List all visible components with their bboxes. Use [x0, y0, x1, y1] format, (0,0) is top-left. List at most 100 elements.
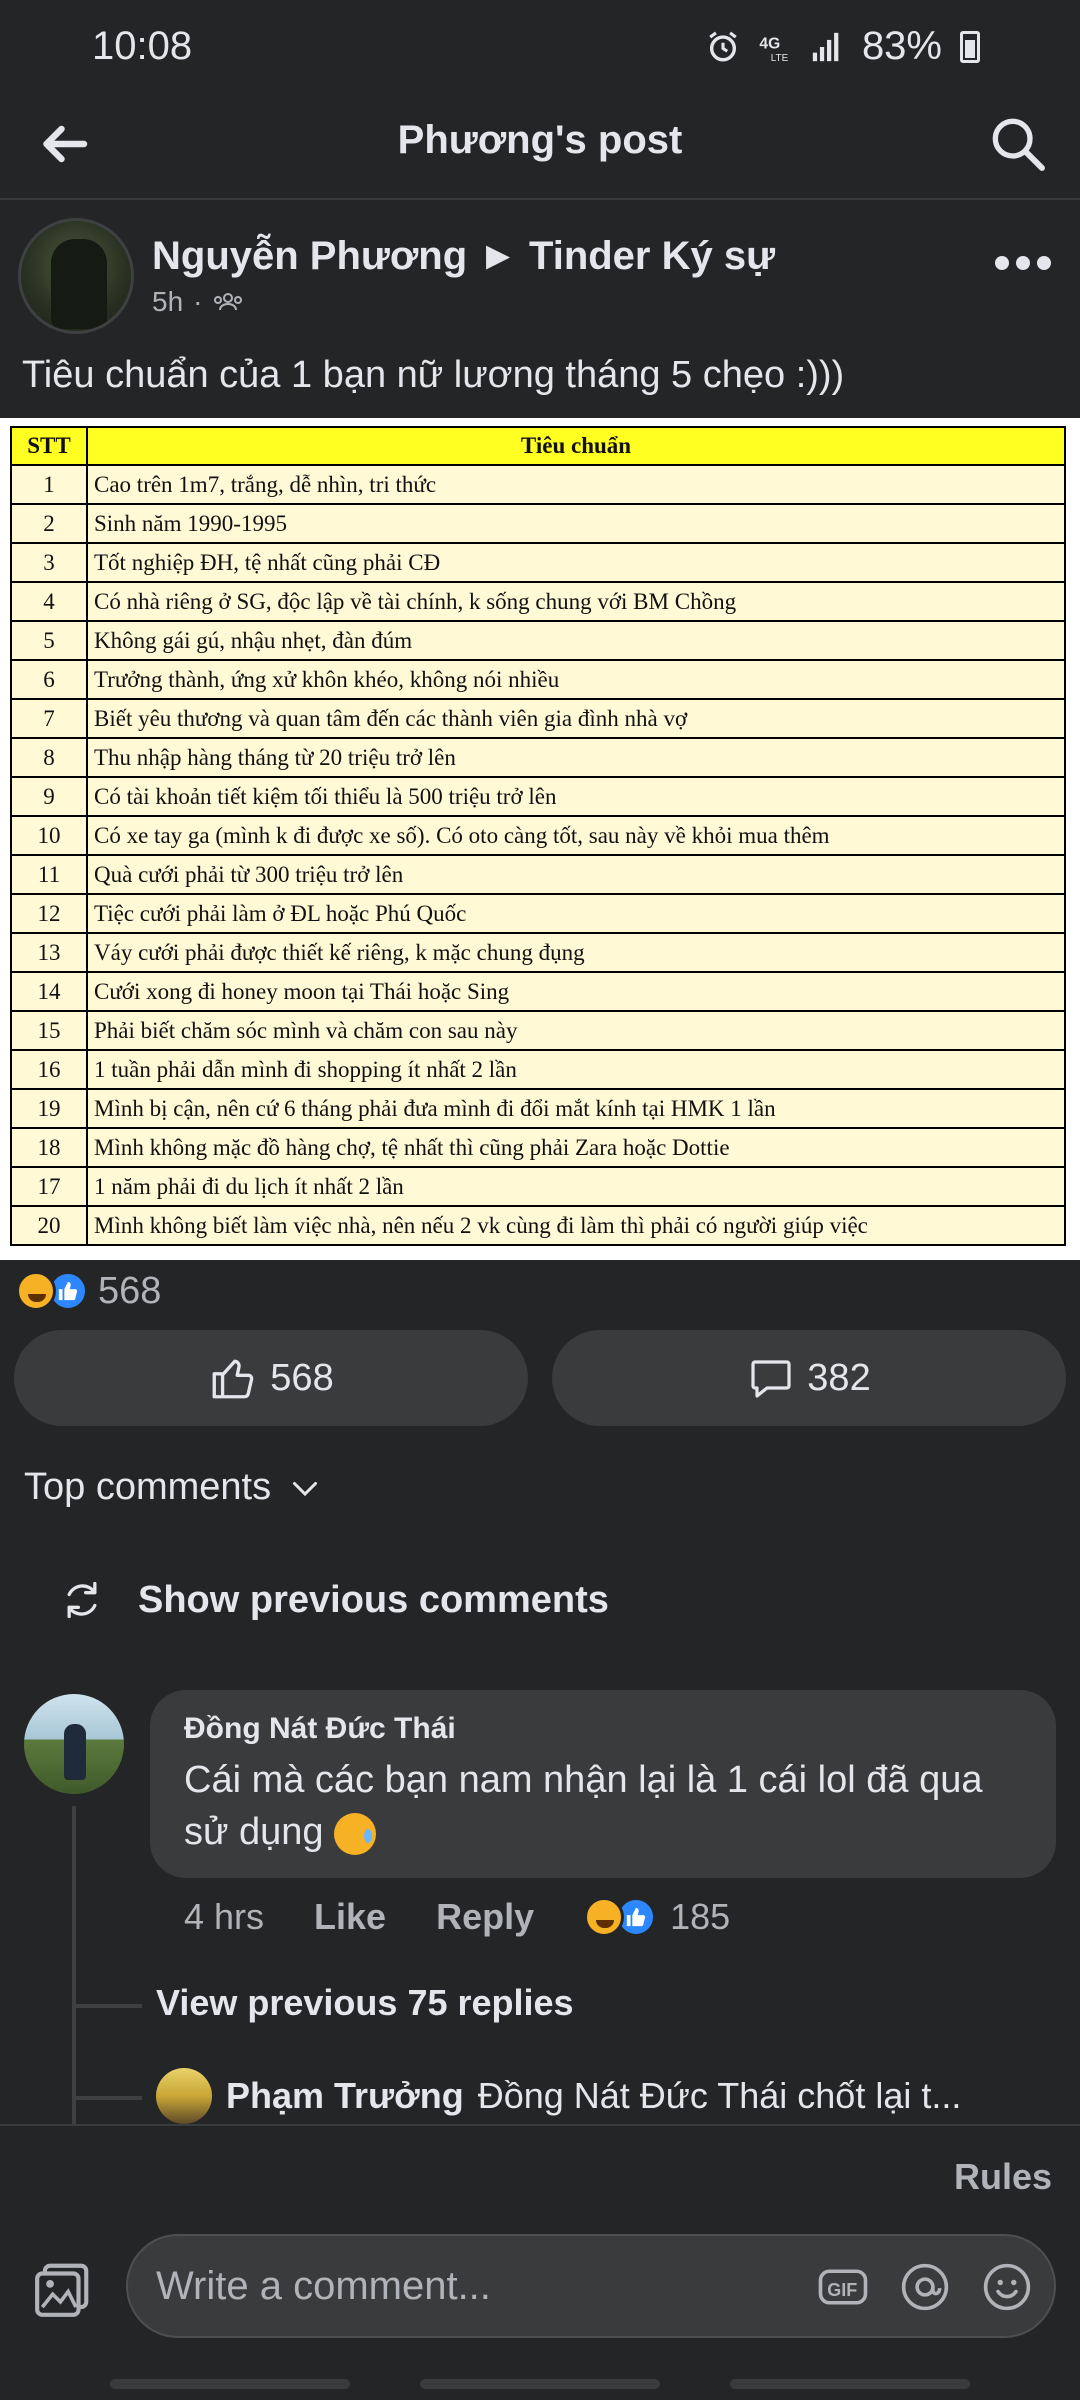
table-header-criteria: Tiêu chuẩn [86, 426, 1066, 466]
table-row: 12 Tiệc cưới phải làm ở ĐL hoặc Phú Quốc [10, 893, 1066, 934]
search-icon[interactable] [986, 112, 1050, 176]
row-number: 16 [10, 1049, 88, 1090]
thumbs-up-icon [212, 1359, 254, 1399]
table-row: 7 Biết yêu thương và quan tâm đến các thà… [10, 698, 1066, 739]
comment-input[interactable]: Write a comment... GIF [126, 2234, 1056, 2338]
comment-filter-label: Top comments [24, 1466, 272, 1508]
rules-link[interactable]: Rules [954, 2156, 1052, 2198]
reply-text: Đồng Nát Đức Thái chốt lại t... [477, 2075, 962, 2116]
table-row: 14 Cưới xong đi honey moon tại Thái hoặc … [10, 971, 1066, 1012]
table-row: 15 Phải biết chăm sóc mình và chăm con sa… [10, 1010, 1066, 1051]
more-options-icon[interactable] [988, 238, 1058, 288]
nav-back[interactable] [730, 2379, 970, 2389]
gif-icon[interactable]: GIF [816, 2260, 870, 2314]
comment-filter-dropdown[interactable]: Top comments [24, 1466, 323, 1509]
comment-reply-button[interactable]: Reply [436, 1896, 534, 1938]
emoji-icon[interactable] [980, 2260, 1034, 2314]
comment-button[interactable]: 382 [552, 1330, 1066, 1426]
row-criterion: Mình không mặc đồ hàng chợ, tệ nhất thì … [86, 1127, 1066, 1168]
author-avatar[interactable] [18, 218, 134, 334]
table-row: 17 1 năm phải đi du lịch ít nhất 2 lần [10, 1166, 1066, 1207]
table-body: 1 Cao trên 1m7, trắng, dễ nhìn, tri thức 2… [10, 464, 1066, 1246]
post-author[interactable]: Nguyễn Phương ► Tinder Ký sự [152, 234, 775, 279]
row-number: 8 [10, 737, 88, 778]
comment-text-body: Cái mà các bạn nam nhận lại là 1 cái lol… [184, 1759, 983, 1853]
reply-avatar[interactable] [156, 2068, 212, 2124]
table-row: 18 Mình không mặc đồ hàng chợ, tệ nhất th… [10, 1127, 1066, 1168]
comment-text: Cái mà các bạn nam nhận lại là 1 cái lol… [184, 1754, 1022, 1858]
comment-actions: 4 hrs Like Reply 185 [184, 1896, 730, 1938]
reaction-count: 568 [98, 1269, 162, 1312]
nav-home[interactable] [420, 2379, 660, 2389]
table-row: 13 Váy cưới phải được thiết kế riêng, k m… [10, 932, 1066, 973]
post-time[interactable]: 5h [152, 286, 183, 318]
row-number: 10 [10, 815, 88, 856]
table-row: 8 Thu nhập hàng tháng từ 20 triệu trở lên [10, 737, 1066, 778]
haha-emoji-icon [16, 1271, 56, 1311]
row-number: 7 [10, 698, 88, 739]
reaction-summary[interactable]: 568 [16, 1266, 161, 1316]
comment-bubble[interactable]: Đồng Nát Đức Thái Cái mà các bạn nam nhậ… [150, 1690, 1056, 1878]
mention-icon[interactable] [898, 2260, 952, 2314]
system-navigation-bar [0, 2368, 1080, 2400]
comment-composer: Rules Write a comment... GIF [0, 2124, 1080, 2400]
like-button[interactable]: 568 [14, 1330, 528, 1426]
table-row: 19 Mình bị cận, nên cứ 6 tháng phải đưa m… [10, 1088, 1066, 1129]
row-criterion: Thu nhập hàng tháng từ 20 triệu trở lên [86, 737, 1066, 778]
row-number: 17 [10, 1166, 88, 1207]
show-previous-label: Show previous comments [138, 1578, 609, 1621]
signal-icon [812, 32, 839, 61]
app-header: Phương's post [0, 100, 1080, 200]
row-number: 15 [10, 1010, 88, 1051]
thread-line [72, 1806, 76, 2126]
comment-reactions[interactable]: 185 [584, 1896, 730, 1938]
network-4g-icon: 4GLTE [759, 35, 789, 64]
reply-preview[interactable]: Phạm Trưởng Đồng Nát Đức Thái chốt lại t… [156, 2066, 1056, 2126]
haha-emoji-icon [584, 1897, 625, 1937]
row-criterion: Cao trên 1m7, trắng, dễ nhìn, tri thức [86, 464, 1066, 505]
commenter-avatar[interactable] [24, 1694, 124, 1794]
page-title: Phương's post [397, 118, 683, 162]
commenter-name[interactable]: Đồng Nát Đức Thái [184, 1712, 1022, 1746]
row-criterion: Phải biết chăm sóc mình và chăm con sau … [86, 1010, 1066, 1051]
gif-label: GIF [827, 2280, 857, 2300]
smiling-tear-emoji-icon [334, 1812, 377, 1855]
post-image[interactable]: STT Tiêu chuẩn 1 Cao trên 1m7, trắng, dễ … [0, 418, 1080, 1260]
comment-like-button[interactable]: Like [314, 1896, 386, 1938]
row-criterion: Tiệc cưới phải làm ở ĐL hoặc Phú Quốc [86, 893, 1066, 934]
row-number: 19 [10, 1088, 88, 1129]
thread-connector [72, 2096, 142, 2100]
row-number: 14 [10, 971, 88, 1012]
like-count: 568 [270, 1356, 334, 1399]
row-criterion: Biết yêu thương và quan tâm đến các thàn… [86, 698, 1066, 739]
reply-author-name[interactable]: Phạm Trưởng [226, 2075, 464, 2117]
chevron-down-icon [293, 1481, 318, 1496]
view-previous-replies-button[interactable]: View previous 75 replies [156, 1982, 574, 2024]
row-number: 20 [10, 1205, 88, 1246]
row-criterion: Cưới xong đi honey moon tại Thái hoặc Si… [86, 971, 1066, 1012]
comment-icon [751, 1360, 791, 1398]
row-number: 3 [10, 542, 88, 583]
table-row: 2 Sinh năm 1990-1995 [10, 503, 1066, 544]
show-previous-comments-button[interactable]: Show previous comments [60, 1578, 609, 1622]
table-row: 10 Có xe tay ga (mình k đi được xe số). C… [10, 815, 1066, 856]
row-criterion: Có tài khoản tiết kiệm tối thiểu là 500 … [86, 776, 1066, 817]
battery-icon [960, 30, 980, 63]
row-criterion: Mình bị cận, nên cứ 6 tháng phải đưa mìn… [86, 1088, 1066, 1129]
row-number: 2 [10, 503, 88, 544]
svg-text:LTE: LTE [771, 53, 789, 64]
meta-separator: · [193, 286, 203, 317]
table-row: 11 Quà cưới phải từ 300 triệu trở lên [10, 854, 1066, 895]
nav-recents[interactable] [110, 2379, 350, 2389]
row-number: 12 [10, 893, 88, 934]
battery-percent: 83% [861, 24, 942, 68]
table-row: 9 Có tài khoản tiết kiệm tối thiểu là 500… [10, 776, 1066, 817]
group-privacy-icon [214, 293, 243, 311]
comment-time: 4 hrs [184, 1896, 265, 1937]
row-criterion: Váy cưới phải được thiết kế riêng, k mặc… [86, 932, 1066, 973]
status-icons: 4G LTE 83% [706, 24, 980, 69]
post-caption: Tiêu chuẩn của 1 bạn nữ lương tháng 5 ch… [22, 354, 845, 396]
comment-input-placeholder: Write a comment... [156, 2264, 491, 2308]
photo-icon[interactable] [32, 2258, 94, 2320]
table-row: 5 Không gái gú, nhậu nhẹt, đàn đúm [10, 620, 1066, 661]
